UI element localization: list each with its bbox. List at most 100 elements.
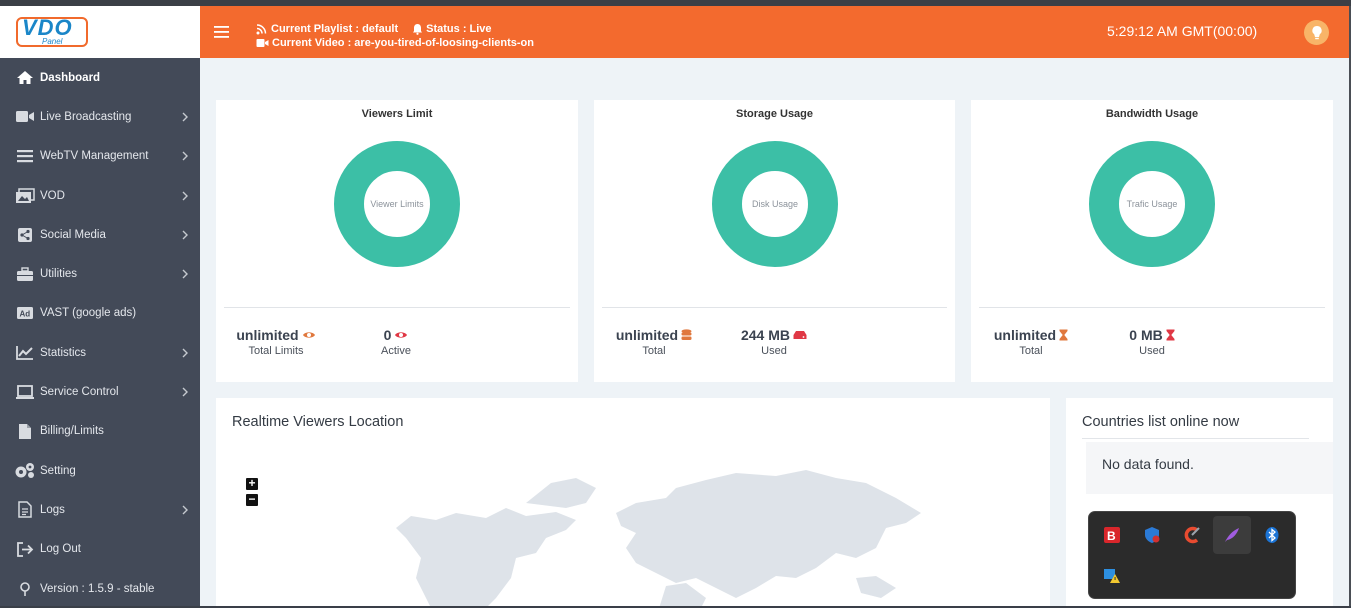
realtime-viewers-map-card: Realtime Viewers Location + −	[216, 398, 1050, 606]
sidebar-item-billing-limits[interactable]: Billing/Limits	[0, 412, 200, 451]
stat-label: Total	[1019, 345, 1043, 357]
sidebar-item-vod[interactable]: VOD	[0, 176, 200, 215]
sign-out-icon	[14, 541, 36, 557]
sidebar-item-label: Social Media	[40, 228, 106, 241]
stat-value: 0 MB	[1129, 327, 1163, 343]
sidebar-item-label: Billing/Limits	[40, 425, 104, 438]
countries-empty-row: No data found.	[1086, 442, 1333, 494]
sidebar-item-dashboard[interactable]: Dashboard	[0, 58, 200, 97]
system-tray-overflow: B	[1088, 511, 1296, 599]
map-zoom-in-button[interactable]: +	[246, 477, 258, 490]
images-icon	[14, 187, 36, 204]
sidebar-item-social-media[interactable]: Social Media	[0, 215, 200, 254]
eye-icon	[395, 332, 408, 338]
storage-usage-card: Storage Usage Disk Usage unlimited Total…	[594, 100, 955, 382]
eye-icon	[302, 332, 315, 338]
card-divider	[979, 307, 1325, 308]
sidebar-nav: Dashboard Live Broadcasting WebTV Manage…	[0, 58, 200, 608]
tray-app-antivirus[interactable]: B	[1093, 516, 1131, 554]
bitdefender-icon: B	[1104, 527, 1120, 543]
total-storage-stat: unlimited Total	[606, 327, 702, 357]
donut-label: Viewer Limits	[370, 199, 424, 209]
sidebar-item-utilities[interactable]: Utilities	[0, 254, 200, 293]
stat-label: Used	[761, 345, 787, 357]
stream-status: Status : Live	[426, 23, 492, 35]
sidebar-item-webtv-management[interactable]: WebTV Management	[0, 137, 200, 176]
chart-line-icon	[14, 345, 36, 361]
sidebar: VDO Panel Dashboard Live Broadcasting We…	[0, 6, 200, 606]
bandwidth-usage-card: Bandwidth Usage Trafic Usage unlimited T…	[971, 100, 1333, 382]
theme-toggle-button[interactable]	[1304, 20, 1329, 45]
sidebar-item-label: VOD	[40, 189, 65, 202]
file-text-icon	[14, 501, 36, 519]
bell-icon	[413, 24, 423, 35]
lightbulb-icon	[1311, 25, 1322, 39]
active-viewers-stat: 0 Active	[356, 327, 436, 357]
sidebar-item-label: Log Out	[40, 543, 81, 556]
stat-value: 0	[383, 327, 392, 343]
current-playlist: Current Playlist : default	[271, 23, 399, 35]
tray-app-bluetooth[interactable]	[1253, 516, 1291, 554]
version-label: Version : 1.5.9 - stable	[40, 582, 155, 595]
sidebar-item-label: Service Control	[40, 386, 119, 399]
total-limits-stat: unlimited Total Limits	[228, 327, 324, 357]
feather-icon	[1225, 528, 1239, 542]
tray-app-ccleaner[interactable]	[1173, 516, 1211, 554]
tray-app-network-warning[interactable]	[1093, 556, 1131, 594]
hourglass-icon	[1059, 329, 1068, 341]
top-header: Current Playlist : default Status : Live…	[200, 6, 1349, 58]
sidebar-item-statistics[interactable]: Statistics	[0, 333, 200, 372]
version-icon	[14, 581, 36, 597]
sidebar-version: Version : 1.5.9 - stable	[0, 569, 200, 608]
used-storage-stat: 244 MB Used	[730, 327, 818, 357]
sidebar-item-label: Dashboard	[40, 71, 101, 84]
chevron-right-icon	[182, 151, 188, 161]
hamburger-menu-icon[interactable]	[214, 25, 230, 39]
map-zoom-out-button[interactable]: −	[246, 493, 258, 506]
rss-icon	[256, 23, 267, 34]
logo-area[interactable]: VDO Panel	[0, 6, 200, 58]
stat-value: unlimited	[236, 327, 299, 343]
donut-label: Trafic Usage	[1127, 199, 1178, 209]
file-icon	[14, 423, 36, 439]
viewers-limit-card: Viewers Limit Viewer Limits unlimited To…	[216, 100, 578, 382]
stat-value: 244 MB	[740, 327, 791, 343]
hdd-icon	[793, 331, 807, 339]
hourglass-icon	[1166, 329, 1175, 341]
ccleaner-icon	[1184, 526, 1200, 544]
world-map[interactable]	[336, 458, 936, 606]
donut-label: Disk Usage	[752, 199, 798, 209]
sidebar-item-logs[interactable]: Logs	[0, 490, 200, 529]
stat-value: unlimited	[615, 327, 679, 343]
sidebar-item-label: Statistics	[40, 346, 87, 359]
sidebar-item-logout[interactable]: Log Out	[0, 530, 200, 569]
card-title: Viewers Limit	[361, 108, 433, 120]
chevron-right-icon	[182, 348, 188, 358]
countries-divider	[1082, 438, 1309, 439]
used-bandwidth-stat: 0 MB Used	[1111, 327, 1193, 357]
disk-usage-donut-chart: Disk Usage	[712, 141, 838, 267]
sidebar-item-label: WebTV Management	[40, 150, 149, 163]
stat-label: Total	[642, 345, 666, 357]
sidebar-item-live-broadcasting[interactable]: Live Broadcasting	[0, 97, 200, 136]
sidebar-item-service-control[interactable]: Service Control	[0, 372, 200, 411]
chevron-right-icon	[182, 387, 188, 397]
server-clock: 5:29:12 AM GMT(00:00)	[1107, 23, 1258, 39]
app: VDO Panel Dashboard Live Broadcasting We…	[0, 6, 1349, 606]
total-bandwidth-stat: unlimited Total	[983, 327, 1079, 357]
chevron-right-icon	[182, 112, 188, 122]
logo-subtext: Panel	[42, 37, 63, 46]
tray-app-security[interactable]	[1133, 516, 1171, 554]
sidebar-item-vast[interactable]: Ad VAST (google ads)	[0, 294, 200, 333]
stat-label: Total Limits	[248, 345, 304, 357]
laptop-icon	[14, 384, 36, 400]
card-title: Storage Usage	[735, 108, 814, 120]
tray-app-feather[interactable]	[1213, 516, 1251, 554]
stat-label: Active	[381, 345, 411, 357]
chevron-right-icon	[182, 230, 188, 240]
database-icon	[681, 329, 692, 340]
sidebar-item-setting[interactable]: Setting	[0, 451, 200, 490]
bluetooth-icon	[1265, 527, 1279, 543]
card-divider	[602, 307, 947, 308]
chevron-right-icon	[182, 269, 188, 279]
